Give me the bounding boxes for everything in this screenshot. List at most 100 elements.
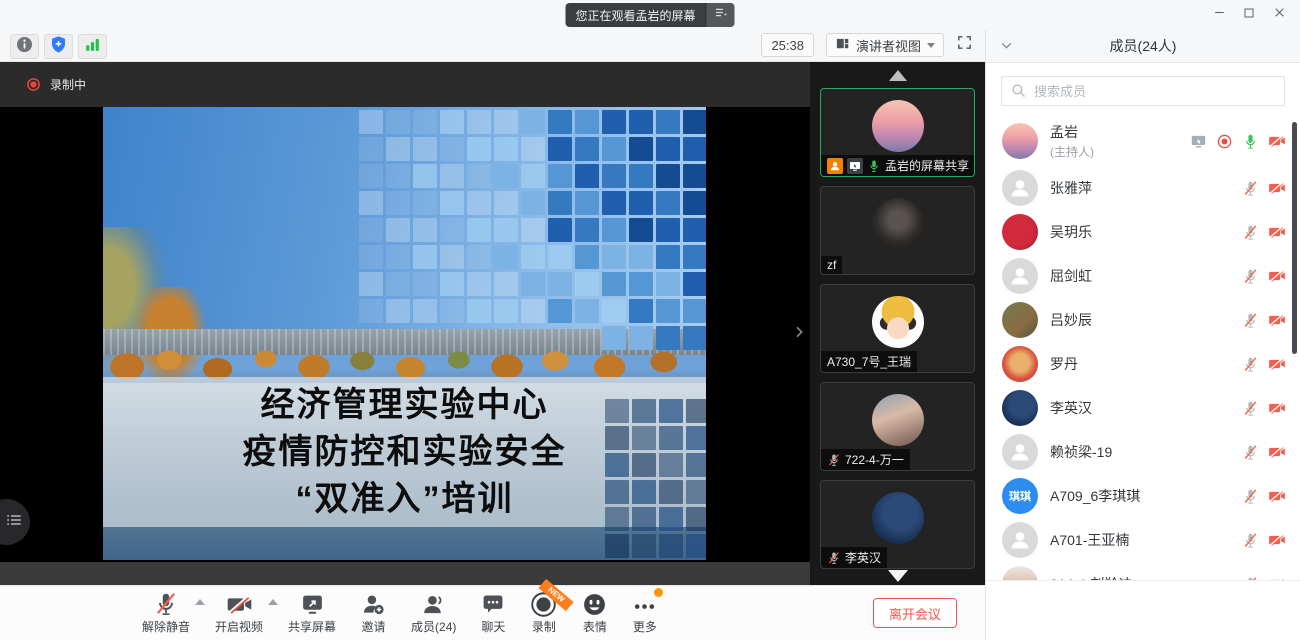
minimize-button[interactable] [1204, 0, 1234, 30]
member-status-icons [1242, 355, 1286, 373]
screen-share-icon [1190, 133, 1207, 150]
mic-muted-icon [1242, 356, 1259, 373]
member-name-text: 罗丹 [1050, 354, 1078, 374]
record-icon: NEW [530, 591, 557, 617]
toolbar-item-label: 表情 [583, 618, 607, 635]
member-avatar [1002, 302, 1038, 338]
tile-name-label: 孟岩的屏幕共享 [885, 157, 969, 174]
record-icon [1216, 133, 1233, 150]
member-name-text: 屈剑虹 [1050, 266, 1092, 286]
side-panel-handle[interactable] [0, 499, 30, 545]
tile-name-label: zf [827, 258, 836, 272]
collapse-panel-button[interactable] [998, 37, 1015, 59]
member-row[interactable]: 吴玥乐 [986, 210, 1300, 254]
meeting-info-button[interactable] [10, 34, 39, 59]
video-tile[interactable]: A730_7号_王瑞 [820, 284, 975, 373]
caret-up-icon[interactable] [195, 599, 205, 605]
member-row[interactable]: 张雅萍 [986, 166, 1300, 210]
toolbar-item-label: 录制 [532, 618, 556, 635]
cam-off-icon [1268, 443, 1286, 461]
toolbar-items: 解除静音开启视频共享屏幕邀请成员(24)聊天NEW录制表情更多 [142, 591, 682, 635]
scroll-down-arrow-icon[interactable] [888, 570, 908, 582]
members-panel-footer [986, 580, 1300, 640]
toolbar-item-mic-muted-tb[interactable]: 解除静音 [142, 591, 190, 635]
member-row[interactable]: A701-王亚楠 [986, 518, 1300, 562]
member-row[interactable]: 李英汉 [986, 386, 1300, 430]
collapse-thumbnails-button[interactable] [790, 320, 808, 348]
toolbar-item-members[interactable]: 成员(24) [411, 591, 456, 635]
cam-off-icon [1268, 531, 1286, 549]
member-name-text: A701-王亚楠 [1050, 530, 1129, 550]
member-row[interactable]: 琪琪A709_6李琪琪 [986, 474, 1300, 518]
list-caret-icon [713, 5, 728, 25]
member-name: 吴玥乐 [1050, 222, 1092, 242]
toolbar-item-cam-off-tb[interactable]: 开启视频 [215, 591, 263, 635]
member-row[interactable]: 屈剑虹 [986, 254, 1300, 298]
member-row[interactable]: 罗丹 [986, 342, 1300, 386]
video-tile[interactable]: 722-4-万一 [820, 382, 975, 471]
toolbar-item-more[interactable]: 更多 [632, 591, 657, 635]
member-role-label: (主持人) [1050, 143, 1094, 160]
member-row[interactable]: 孟岩(主持人) [986, 116, 1300, 166]
member-name: A709_6李琪琪 [1050, 486, 1140, 506]
member-status-icons [1242, 531, 1286, 549]
window-titlebar: 您正在观看孟岩的屏幕 [0, 0, 1300, 30]
meeting-app-window: 您正在观看孟岩的屏幕 25:38 演讲者视图 录制 [0, 0, 1300, 640]
view-mode-label: 演讲者视图 [856, 36, 921, 55]
fullscreen-button[interactable] [956, 34, 973, 56]
caret-up-icon[interactable] [268, 599, 278, 605]
signal-bars-icon [83, 35, 102, 59]
mic-muted-icon [1242, 444, 1259, 461]
toolbar-item-person-add[interactable]: 邀请 [361, 591, 386, 635]
toolbar-item-label: 聊天 [481, 618, 505, 635]
close-button[interactable] [1264, 0, 1294, 30]
video-tile[interactable]: 孟岩的屏幕共享 [820, 88, 975, 177]
toolbar-item-smiley[interactable]: 表情 [582, 591, 607, 635]
cam-off-icon [1268, 223, 1286, 241]
scrollbar-thumb[interactable] [1292, 122, 1297, 354]
members-panel: 成员(24人) 孟岩(主持人)张雅萍吴玥乐屈剑虹吕妙辰罗丹李英汉赖祯梁-19琪琪… [985, 30, 1300, 640]
maximize-button[interactable] [1234, 0, 1264, 30]
cam-off-icon [1268, 267, 1286, 285]
mic-muted-icon [1242, 400, 1259, 417]
mic-muted-icon [1242, 488, 1259, 505]
toolbar-item-label: 邀请 [362, 618, 386, 635]
minimize-icon [1213, 6, 1226, 24]
smiley-icon [582, 591, 607, 617]
mic-muted-icon [1242, 532, 1259, 549]
leave-meeting-button[interactable]: 离开会议 [873, 598, 957, 628]
member-avatar [1002, 170, 1038, 206]
cam-off-tb-icon [226, 591, 253, 617]
mic-muted-icon [827, 453, 841, 467]
toolbar-item-label: 开启视频 [215, 618, 263, 635]
toolbar-item-record[interactable]: NEW录制 [530, 591, 557, 635]
member-name-text: 吕妙辰 [1050, 310, 1092, 330]
member-avatar [1002, 522, 1038, 558]
network-quality-button[interactable] [78, 34, 107, 59]
scroll-up-arrow-icon[interactable] [889, 70, 907, 81]
member-search [1001, 76, 1285, 106]
watching-banner: 您正在观看孟岩的屏幕 [565, 3, 734, 27]
cam-off-icon [1268, 355, 1286, 373]
tile-name-label: 李英汉 [845, 549, 881, 566]
toolbar-item-share-screen[interactable]: 共享屏幕 [288, 591, 336, 635]
cam-off-icon [1268, 487, 1286, 505]
member-row[interactable]: 赖祯梁-19 [986, 430, 1300, 474]
tile-avatar [872, 394, 924, 446]
video-tile[interactable]: 李英汉 [820, 480, 975, 569]
member-search-input[interactable] [1001, 76, 1285, 106]
member-avatar [1002, 390, 1038, 426]
security-button[interactable] [44, 34, 73, 59]
banner-menu-button[interactable] [706, 3, 735, 27]
share-screen-icon [300, 591, 325, 617]
meeting-timer: 25:38 [761, 33, 814, 57]
member-name: 赖祯梁-19 [1050, 442, 1112, 462]
member-status-icons [1242, 223, 1286, 241]
toolbar-item-chat[interactable]: 聊天 [481, 591, 505, 635]
video-tile[interactable]: zf [820, 186, 975, 275]
member-row[interactable]: 吕妙辰 [986, 298, 1300, 342]
member-status-icons [1190, 132, 1286, 150]
cam-off-icon [1268, 311, 1286, 329]
view-mode-selector[interactable]: 演讲者视图 [826, 33, 944, 57]
fullscreen-icon [956, 34, 973, 56]
